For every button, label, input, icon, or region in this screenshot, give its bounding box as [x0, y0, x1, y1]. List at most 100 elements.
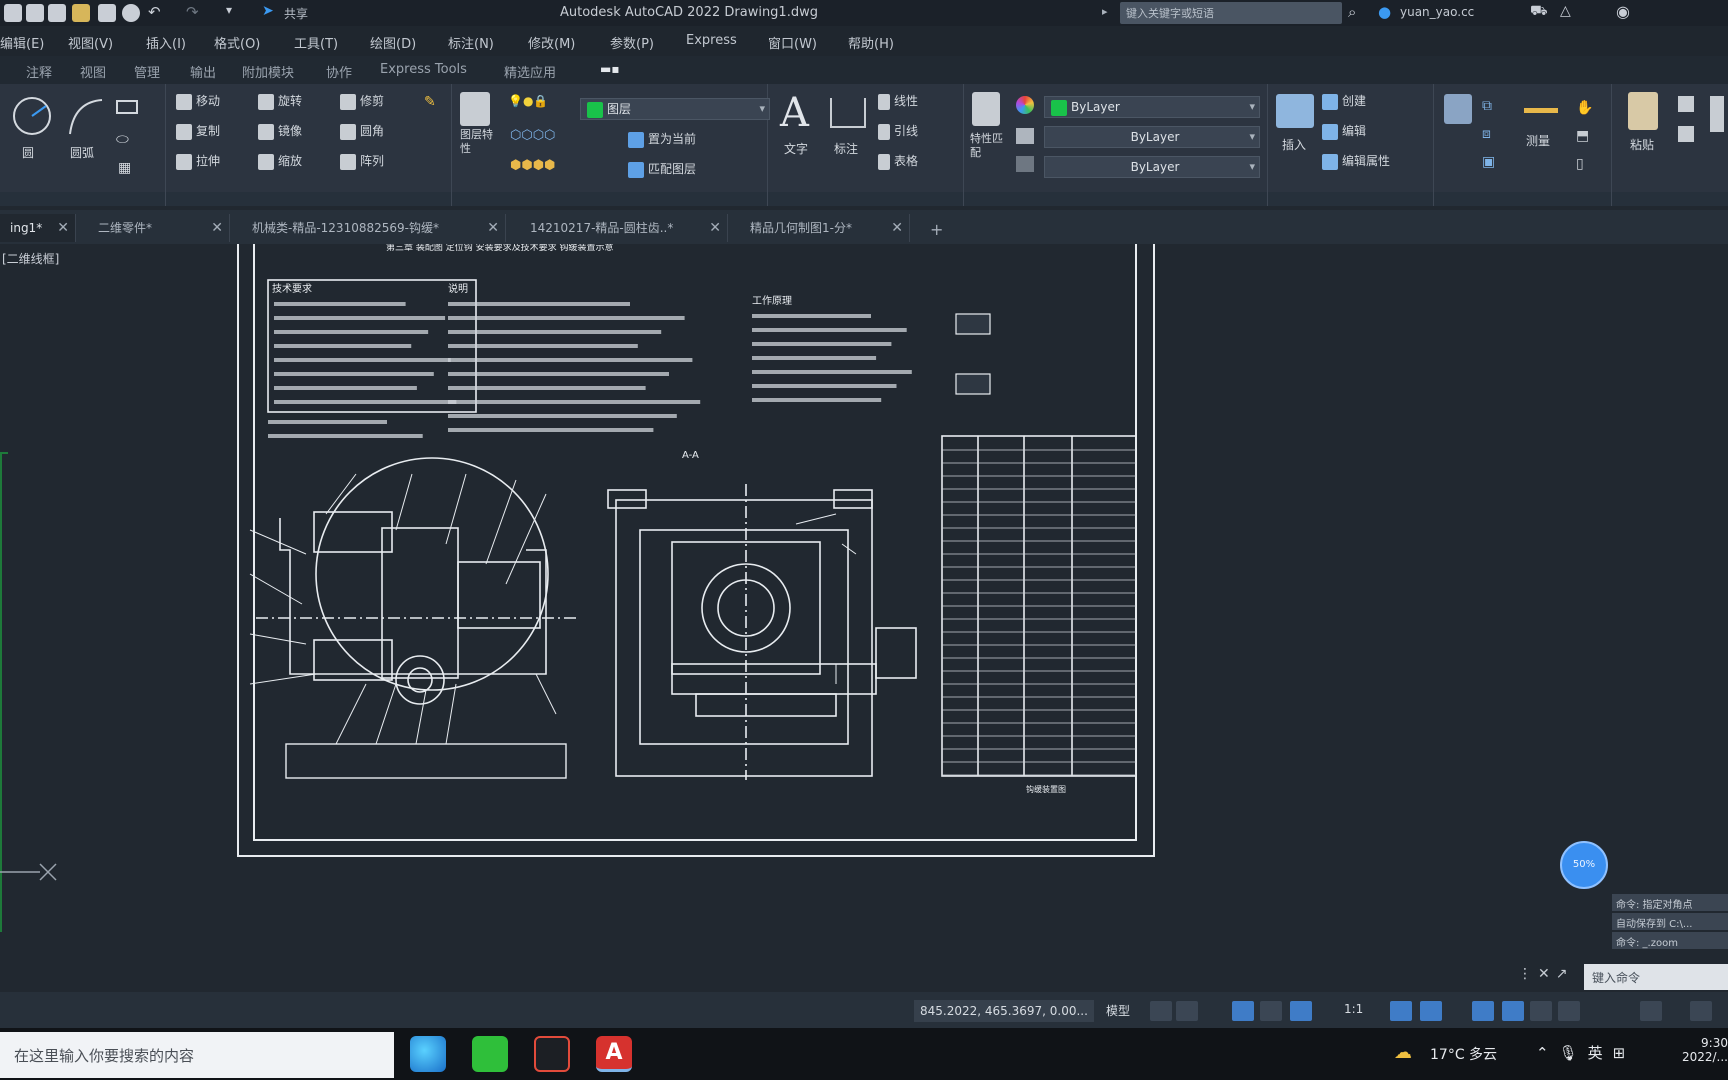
close-icon[interactable]: ✕: [487, 214, 499, 242]
tab-featured-apps[interactable]: 精选应用: [504, 62, 556, 81]
help-search-input[interactable]: 键入关键字或短语: [1120, 2, 1342, 24]
match-properties-icon[interactable]: [972, 92, 1000, 126]
new-tab-icon[interactable]: +: [930, 220, 943, 239]
grid-icon[interactable]: [1150, 1001, 1172, 1021]
menu-draw[interactable]: 绘图(D): [370, 33, 416, 52]
edit-block-button[interactable]: 编辑: [1322, 120, 1366, 142]
cart-icon[interactable]: ⛟: [1530, 3, 1548, 21]
open-file-icon[interactable]: [26, 4, 44, 22]
arc-icon[interactable]: [64, 94, 108, 138]
doc-tab-drawing1[interactable]: ing1* ✕: [0, 214, 76, 242]
insert-block-icon[interactable]: [1276, 94, 1314, 128]
new-file-icon[interactable]: [4, 4, 22, 22]
doc-tab-coupler[interactable]: 机械类-精品-12310882569-钩缓* ✕: [242, 214, 506, 242]
tab-collaborate[interactable]: 协作: [326, 62, 352, 81]
otrack-icon[interactable]: [1420, 1001, 1442, 1021]
modify-panel-bar[interactable]: [166, 192, 451, 206]
tab-view[interactable]: 视图: [80, 62, 106, 81]
color-dropdown[interactable]: ByLayer: [1044, 96, 1260, 118]
group-icon[interactable]: [1444, 94, 1472, 124]
title-dropdown-icon[interactable]: ▸: [1102, 5, 1108, 18]
clipboard-panel-bar[interactable]: [1612, 192, 1728, 206]
text-icon[interactable]: A: [780, 90, 809, 136]
close-icon[interactable]: ✕: [709, 214, 721, 242]
layer-on-icon[interactable]: 💡●🔒: [508, 94, 548, 108]
trim-button[interactable]: 修剪: [340, 90, 384, 112]
annotation-panel-bar[interactable]: [768, 192, 963, 206]
share-icon[interactable]: ➤: [262, 3, 274, 19]
close-icon[interactable]: ✕: [891, 214, 903, 242]
menu-express[interactable]: Express: [686, 33, 737, 48]
measure-icon[interactable]: [1524, 108, 1558, 113]
navigation-ball[interactable]: 50%: [1560, 841, 1608, 889]
coordinates-readout[interactable]: 845.2022, 465.3697, 0.00...: [914, 1000, 1094, 1022]
lineweight-icon[interactable]: [1016, 156, 1034, 172]
tab-annotate[interactable]: 注释: [26, 62, 52, 81]
transparency-icon[interactable]: [1502, 1001, 1524, 1021]
model-space-button[interactable]: 模型: [1106, 1002, 1130, 1019]
copy-button[interactable]: 复制: [176, 120, 220, 142]
move-button[interactable]: 移动: [176, 90, 220, 112]
menu-edit[interactable]: 编辑(E): [0, 33, 44, 52]
menu-dimension[interactable]: 标注(N): [448, 33, 494, 52]
menu-help[interactable]: 帮助(H): [848, 33, 894, 52]
qat-dropdown-icon[interactable]: ▾: [226, 3, 232, 17]
set-current-button[interactable]: 置为当前: [628, 128, 696, 150]
undo-icon[interactable]: ↶: [148, 3, 161, 21]
layer-tools-icon[interactable]: ⬡⬡⬡⬡: [510, 128, 555, 143]
menu-insert[interactable]: 插入(I): [146, 33, 186, 52]
plot-icon[interactable]: [98, 4, 116, 22]
close-icon[interactable]: ✕: [57, 214, 69, 242]
lineweight-dropdown[interactable]: ByLayer: [1044, 156, 1260, 178]
doc-tab-geometry[interactable]: 精品几何制图1-分* ✕: [740, 214, 910, 242]
properties-panel-bar[interactable]: [964, 192, 1267, 206]
region-icon[interactable]: ▦: [118, 160, 131, 176]
viewport-label[interactable]: [二维线框]: [2, 250, 59, 267]
tab-addins[interactable]: 附加模块: [242, 62, 294, 81]
customize-icon[interactable]: [1690, 1001, 1712, 1021]
selection-cycling-icon[interactable]: [1530, 1001, 1552, 1021]
color-wheel-icon[interactable]: [1016, 96, 1034, 114]
menu-modify[interactable]: 修改(M): [528, 33, 575, 52]
weather-text[interactable]: 17°C 多云: [1430, 1044, 1497, 1064]
paste-icon[interactable]: [1628, 92, 1658, 130]
menu-window[interactable]: 窗口(W): [768, 33, 817, 52]
redo-icon[interactable]: ↷: [186, 3, 199, 21]
linetype-icon[interactable]: [1016, 128, 1034, 144]
snap-mode-icon[interactable]: [1176, 1001, 1198, 1021]
rotate-button[interactable]: 旋转: [258, 90, 302, 112]
linetype-dropdown[interactable]: ByLayer: [1044, 126, 1260, 148]
doc-tab-gear[interactable]: 14210217-精品-圆柱齿..* ✕: [520, 214, 728, 242]
command-line-tools-icon[interactable]: ⋮✕↗: [1518, 966, 1573, 982]
menu-tools[interactable]: 工具(T): [294, 33, 338, 52]
qq-icon[interactable]: [534, 1036, 570, 1072]
autodesk-a360-icon[interactable]: △: [1560, 3, 1571, 19]
layer-tools-2-icon[interactable]: ⬢⬢⬢⬢: [510, 158, 555, 173]
edge-icon[interactable]: [410, 1036, 446, 1072]
ribbon-toggle-icon[interactable]: ▬▪: [600, 62, 619, 76]
circle-icon[interactable]: [10, 94, 54, 138]
osnap-icon[interactable]: [1390, 1001, 1412, 1021]
command-input[interactable]: 键入命令: [1584, 964, 1728, 990]
save-icon[interactable]: [48, 4, 66, 22]
search-icon[interactable]: ⌕: [1348, 3, 1356, 21]
save-as-icon[interactable]: [72, 4, 90, 22]
utilities-icon[interactable]: ✋ ⬒ ▯: [1576, 94, 1593, 178]
autocad-icon[interactable]: A: [596, 1036, 632, 1072]
rectangle-icon[interactable]: [116, 100, 138, 114]
taskbar-search-input[interactable]: 在这里输入你要搜索的内容: [0, 1032, 394, 1078]
array-button[interactable]: 阵列: [340, 150, 384, 172]
cut-clip-icon[interactable]: [1678, 126, 1694, 142]
layer-properties-icon[interactable]: [460, 92, 490, 126]
dimension-icon[interactable]: [830, 98, 866, 128]
ortho-icon[interactable]: [1290, 1001, 1312, 1021]
utilities-panel-bar[interactable]: [1434, 192, 1611, 206]
group-tools-icon[interactable]: ⧉ ⧈ ▣: [1482, 92, 1495, 176]
annotation-scale-icon[interactable]: [1558, 1001, 1580, 1021]
user-name[interactable]: yuan_yao.cc: [1400, 5, 1474, 19]
system-clock[interactable]: 9:30 2022/...: [1672, 1036, 1728, 1064]
copy-clip-icon[interactable]: [1678, 96, 1694, 112]
menu-parametric[interactable]: 参数(P): [610, 33, 654, 52]
tab-express-tools[interactable]: Express Tools: [380, 62, 467, 77]
wechat-icon[interactable]: [472, 1036, 508, 1072]
